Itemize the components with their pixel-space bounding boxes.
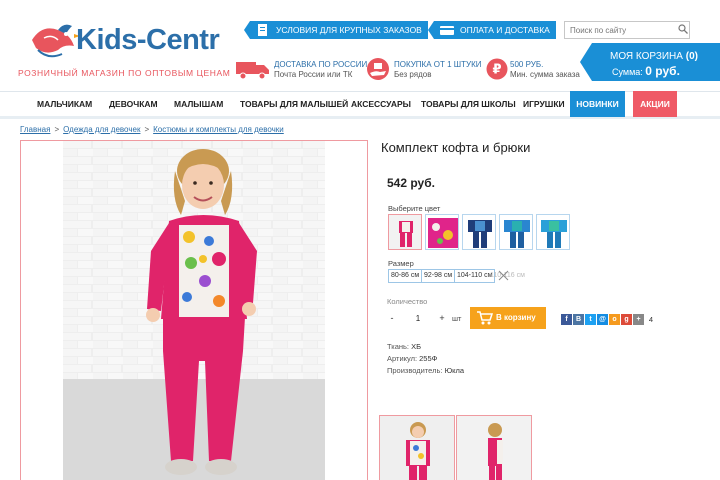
delivery-subtitle: Почта России или ТК xyxy=(274,70,353,79)
color-swatch[interactable] xyxy=(388,214,422,250)
cart-title: МОЯ КОРЗИНА (0) xyxy=(610,51,698,62)
size-label: Размер xyxy=(388,259,414,268)
logo-title: Kids-Centr xyxy=(76,24,220,56)
product-photo[interactable] xyxy=(63,141,325,480)
product-title: Комплект кофта и брюки xyxy=(381,140,531,155)
svg-text:₽: ₽ xyxy=(492,63,501,78)
color-swatch[interactable] xyxy=(425,214,459,250)
site-logo[interactable]: Kids-Centr РОЗНИЧНЫЙ МАГАЗИН ПО ОПТОВЫМ … xyxy=(18,20,231,82)
logo-subtitle: РОЗНИЧНЫЙ МАГАЗИН ПО ОПТОВЫМ ЦЕНАМ xyxy=(18,68,231,78)
single-item-subtitle: Без рядов xyxy=(394,70,432,79)
size-option[interactable]: 80-86 см xyxy=(388,269,423,283)
spec-row: Ткань: ХБ xyxy=(387,342,422,351)
unavailable-cross-icon xyxy=(498,270,509,281)
color-swatches xyxy=(388,214,578,250)
nav-item-new[interactable]: НОВИНКИ xyxy=(570,91,625,117)
bulk-orders-label: УСЛОВИЯ ДЛЯ КРУПНЫХ ЗАКАЗОВ xyxy=(276,25,422,35)
product-thumbnail[interactable] xyxy=(379,415,455,480)
ruble-icon: ₽ xyxy=(486,58,508,80)
main-nav: МАЛЬЧИКАМ ДЕВОЧКАМ МАЛЫШАМ ТОВАРЫ ДЛЯ МА… xyxy=(0,91,720,119)
quantity-label: Количество xyxy=(387,297,428,306)
single-item-info: ПОКУПКА ОТ 1 ШТУКИ Без рядов xyxy=(366,58,484,82)
cart-count: (0) xyxy=(685,51,698,62)
product-thumbnail[interactable] xyxy=(456,415,532,480)
color-swatch[interactable] xyxy=(536,214,570,250)
product-price: 542 руб. xyxy=(387,176,435,190)
cart-icon xyxy=(477,311,493,325)
min-order-info: ₽ 500 РУБ. Мин. сумма заказа xyxy=(486,58,586,82)
nav-item-sale[interactable]: АКЦИИ xyxy=(633,91,677,117)
share-count: 4 xyxy=(648,315,654,324)
cart-widget[interactable]: МОЯ КОРЗИНА (0) Сумма: 0 руб. xyxy=(580,43,720,81)
facebook-icon[interactable]: f xyxy=(561,314,572,325)
bulk-orders-link[interactable]: УСЛОВИЯ ДЛЯ КРУПНЫХ ЗАКАЗОВ xyxy=(244,21,428,39)
quantity-input[interactable] xyxy=(402,309,434,327)
add-to-cart-label: В корзину xyxy=(496,313,536,322)
vk-icon[interactable]: В xyxy=(573,314,584,325)
breadcrumb-home[interactable]: Главная xyxy=(20,125,50,134)
site-header: Kids-Centr РОЗНИЧНЫЙ МАГАЗИН ПО ОПТОВЫМ … xyxy=(0,0,720,92)
nav-item-toys[interactable]: ИГРУШКИ xyxy=(523,92,565,116)
search-input[interactable] xyxy=(564,21,690,39)
truck-icon xyxy=(236,62,269,80)
odnoklassniki-icon[interactable]: о xyxy=(609,314,620,325)
search-icon[interactable] xyxy=(678,24,688,34)
cart-sum-value: 0 руб. xyxy=(645,64,680,78)
delivery-title: ДОСТАВКА ПО РОССИИ xyxy=(274,60,368,69)
add-to-cart-button[interactable]: В корзину xyxy=(470,307,546,329)
quantity-unit: шт xyxy=(452,314,462,323)
share-more-icon[interactable]: + xyxy=(633,314,644,325)
nav-item-school[interactable]: ТОВАРЫ ДЛЯ ШКОЛЫ xyxy=(421,92,516,116)
quantity-increase-button[interactable]: + xyxy=(437,312,447,324)
spec-row: Производитель: Юкла xyxy=(387,366,465,375)
size-option[interactable]: 92-98 см xyxy=(421,269,456,283)
nav-item-girls[interactable]: ДЕВОЧКАМ xyxy=(109,92,158,116)
nav-item-boys[interactable]: МАЛЬЧИКАМ xyxy=(37,92,92,116)
min-order-title: 500 РУБ. xyxy=(510,60,544,69)
breadcrumb-girls-clothing[interactable]: Одежда для девочек xyxy=(63,125,140,134)
breadcrumb: Главная > Одежда для девочек > Костюмы и ком… xyxy=(20,125,284,134)
breadcrumb-girls-sets[interactable]: Костюмы и комплекты для девочки xyxy=(153,125,284,134)
product-photo-frame[interactable] xyxy=(20,140,368,480)
payment-delivery-label: ОПЛАТА И ДОСТАВКА xyxy=(460,25,550,35)
single-item-title: ПОКУПКА ОТ 1 ШТУКИ xyxy=(394,60,482,69)
min-order-subtitle: Мин. сумма заказа xyxy=(510,70,580,79)
delivery-info: ДОСТАВКА ПО РОССИИ Почта России или ТК xyxy=(236,58,368,82)
spec-row: Артикул: 255Ф xyxy=(387,354,438,363)
mailru-icon[interactable]: @ xyxy=(597,314,608,325)
nav-item-baby-goods[interactable]: ТОВАРЫ ДЛЯ МАЛЫШЕЙ xyxy=(240,92,348,116)
bird-logo-icon xyxy=(32,24,80,58)
nav-item-accessories[interactable]: АКСЕССУАРЫ xyxy=(351,92,411,116)
color-swatch[interactable] xyxy=(462,214,496,250)
color-label: Выберите цвет xyxy=(388,204,441,213)
document-icon xyxy=(258,24,267,36)
google-plus-icon[interactable]: g xyxy=(621,314,632,325)
twitter-icon[interactable]: t xyxy=(585,314,596,325)
product-specs: Ткань: ХБ Артикул: 255Ф Производитель: Ю… xyxy=(387,341,464,377)
nav-item-babies[interactable]: МАЛЫШАМ xyxy=(174,92,223,116)
hand-box-icon xyxy=(367,58,389,80)
quantity-decrease-button[interactable]: - xyxy=(387,312,397,324)
color-swatch[interactable] xyxy=(499,214,533,250)
payment-delivery-link[interactable]: ОПЛАТА И ДОСТАВКА xyxy=(428,21,556,39)
card-icon xyxy=(440,26,454,35)
cart-sum: Сумма: 0 руб. xyxy=(612,64,680,78)
